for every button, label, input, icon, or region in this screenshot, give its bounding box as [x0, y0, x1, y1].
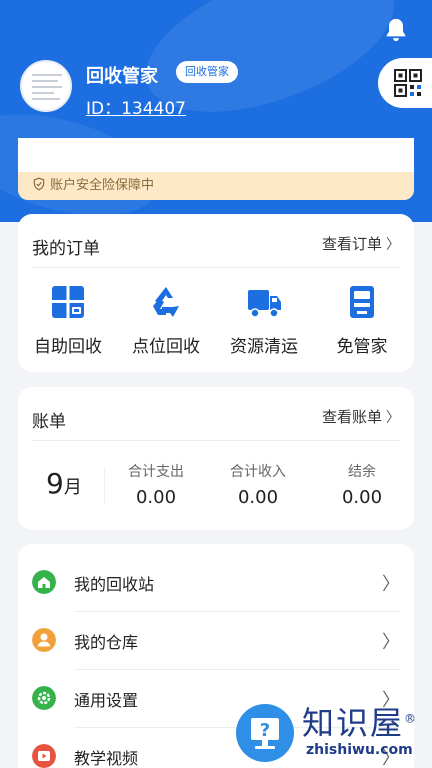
view-orders-link[interactable]: 查看订单〉: [322, 233, 400, 254]
order-point-recycle[interactable]: 点位回收: [120, 284, 212, 357]
view-orders-label: 查看订单: [321, 235, 382, 253]
chevron-right-icon: 〉: [382, 632, 400, 653]
home-icon: [32, 570, 56, 594]
watermark-icon: ?: [236, 704, 294, 762]
play-icon: [32, 744, 56, 768]
header-card-strip: [18, 138, 414, 172]
order-label: 自助回收: [34, 337, 102, 357]
orders-card: 我的订单 查看订单〉 自助回收 点位回收 资源清运 免管家: [18, 214, 414, 372]
username: 回收管家: [86, 66, 158, 87]
bill-title: 账单: [32, 412, 66, 432]
bill-card: 账单 查看账单〉 9月 合计支出 0.00 合计收入 0.00 结余 0.00: [18, 387, 414, 530]
bill-column-label: 合计收入: [230, 464, 286, 480]
bill-balance: 结余 0.00: [314, 461, 410, 508]
truck-icon: [248, 290, 281, 318]
security-notice-text: 账户安全险保障中: [50, 178, 155, 193]
bill-column-value: 0.00: [135, 487, 177, 508]
order-resource-clearance[interactable]: 资源清运: [218, 284, 310, 357]
watermark-title-text: 知识屋: [302, 704, 405, 742]
avatar[interactable]: [20, 60, 72, 112]
watermark-subtitle: zhishiwu.com: [306, 742, 413, 758]
shield-icon: [33, 177, 45, 191]
bill-month-unit: 月: [63, 477, 82, 498]
bill-total-income: 合计收入 0.00: [210, 461, 306, 508]
self-recycle-icon: [52, 286, 84, 318]
header-decoration: [127, 0, 413, 141]
registered-mark: ®: [404, 711, 419, 726]
gear-icon: [32, 686, 56, 710]
order-free-manager[interactable]: 免管家: [316, 284, 408, 357]
qr-code-icon: [394, 69, 422, 97]
divider: [32, 267, 400, 268]
bill-month[interactable]: 9月: [46, 467, 82, 500]
watermark-logo: ? 知识屋® zhishiwu.com: [236, 698, 432, 768]
person-icon: [32, 628, 56, 652]
view-bill-label: 查看账单: [321, 408, 382, 426]
qr-code-button[interactable]: [378, 58, 432, 108]
divider: [32, 440, 400, 441]
menu-item-label: 我的仓库: [74, 633, 139, 652]
bill-column-label: 合计支出: [128, 464, 184, 480]
menu-item-warehouse[interactable]: 我的仓库 〉: [32, 612, 400, 670]
watermark-title: 知识屋®: [302, 698, 418, 744]
order-self-recycle[interactable]: 自助回收: [22, 284, 114, 357]
menu-item-label: 通用设置: [74, 691, 139, 710]
recycle-icon: [153, 287, 179, 317]
chevron-right-icon: 〉: [386, 410, 400, 426]
menu-item-recycle-station[interactable]: 我的回收站 〉: [32, 554, 400, 612]
svg-text:?: ?: [260, 720, 270, 741]
bill-total-expense: 合计支出 0.00: [108, 461, 204, 508]
security-notice: 账户安全险保障中: [18, 172, 414, 200]
bill-column-label: 结余: [348, 464, 376, 480]
menu-item-label: 教学视频: [74, 749, 139, 768]
notification-bell-icon[interactable]: [382, 16, 410, 44]
user-id[interactable]: ID：134407: [86, 94, 186, 119]
divider: [104, 467, 105, 505]
bill-column-value: 0.00: [341, 487, 383, 508]
recycle-machine-icon: [350, 286, 374, 318]
order-label: 免管家: [336, 337, 388, 357]
menu-item-label: 我的回收站: [74, 575, 155, 594]
bill-month-number: 9: [46, 467, 64, 500]
orders-title: 我的订单: [32, 239, 100, 259]
role-badge: 回收管家: [176, 61, 238, 83]
chevron-right-icon: 〉: [382, 574, 400, 595]
order-label: 点位回收: [132, 337, 200, 357]
order-label: 资源清运: [230, 337, 298, 357]
view-bill-link[interactable]: 查看账单〉: [322, 406, 400, 427]
bill-column-value: 0.00: [237, 487, 279, 508]
chevron-right-icon: 〉: [386, 237, 400, 253]
